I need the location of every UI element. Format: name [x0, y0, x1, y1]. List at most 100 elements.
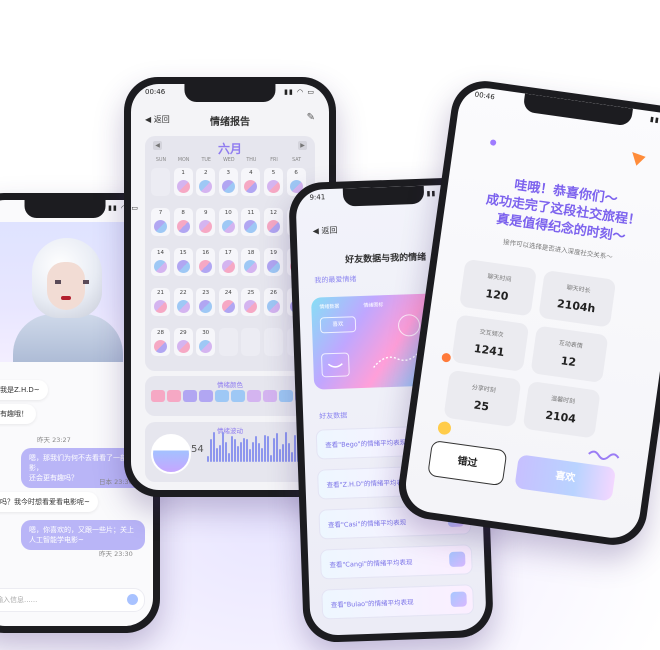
friend-row-icon [450, 591, 467, 608]
mood-wave-bar [234, 438, 236, 462]
stat-label: 温馨时刻 [550, 395, 576, 406]
calendar-day[interactable]: 2 [196, 168, 216, 196]
calendar-day[interactable]: 1 [173, 168, 193, 196]
mood-color-chip [247, 390, 261, 402]
friend-row[interactable]: 查看"Bulao"的情绪平均表现 [321, 584, 475, 620]
calendar-day-number: 10 [224, 210, 232, 216]
calendar-day[interactable]: 18 [241, 248, 261, 276]
mood-emoji-icon [176, 180, 190, 193]
calendar-day[interactable]: 5 [264, 168, 283, 196]
mood-emoji-icon [154, 340, 167, 353]
mood-wave-bar [276, 432, 278, 462]
status-icons: ▮▮ ◠ ▭ [649, 115, 660, 127]
weekday-label: WED [223, 158, 235, 163]
status-time: 00:46 [474, 90, 496, 102]
message-in: 情绪很有趣哦！ [0, 404, 36, 425]
mood-wave-bar [240, 441, 242, 462]
avatar-lips [61, 296, 71, 300]
mood-wave-bar [219, 445, 221, 462]
orange-dot [441, 352, 452, 363]
mood-emoji-icon [221, 260, 235, 273]
mood-color-chip [215, 390, 229, 402]
calendar-day[interactable]: 9 [196, 208, 216, 236]
calendar-day[interactable]: 8 [173, 208, 193, 236]
mood-wave-bar [255, 435, 257, 462]
status-time: 9:41 [309, 193, 326, 202]
calendar-day[interactable]: 4 [241, 168, 261, 196]
mood-wave-bar [210, 438, 212, 462]
mood-emoji-icon [267, 300, 280, 313]
back-button[interactable]: ◀ 返回 [313, 225, 338, 237]
mood-wave-bar [216, 448, 218, 462]
weekday-label: TUE [201, 158, 211, 163]
calendar-day[interactable]: 22 [173, 288, 193, 316]
header: ◀ 返回 情绪报告 ✎ [131, 108, 329, 130]
mood-emoji-icon [154, 300, 167, 313]
calendar-day-number: 15 [179, 250, 187, 256]
mood-wave-bar [243, 438, 245, 462]
mood-emoji-icon [199, 180, 213, 193]
calendar-day-number: 11 [247, 210, 255, 216]
calendar-day[interactable]: 24 [218, 288, 238, 316]
mood-color-chip [167, 390, 181, 402]
mood-gauge [151, 434, 191, 474]
mood-wave-bar [213, 432, 215, 462]
mood-emoji-icon [221, 300, 235, 313]
mood-wave-bar [294, 435, 296, 462]
calendar-day[interactable]: 17 [218, 248, 238, 276]
mood-wave-card: 情绪波动 54 [145, 422, 315, 482]
calendar-day-number: 6 [294, 170, 298, 176]
calendar-day-number: 29 [179, 330, 187, 336]
calendar-day[interactable]: 21 [151, 288, 170, 316]
calendar-day[interactable]: 3 [218, 168, 238, 196]
stat-card: 交互频次 1241 [451, 314, 530, 372]
notch [342, 185, 425, 207]
weekday-label: FRI [270, 158, 278, 163]
calendar-day[interactable]: 15 [173, 248, 193, 276]
skip-button[interactable]: 错过 [427, 439, 508, 487]
calendar-day[interactable]: 16 [196, 248, 216, 276]
mood-wave-bar [252, 441, 254, 462]
calendar-day[interactable]: 11 [241, 208, 261, 236]
calendar-day[interactable]: 30 [196, 328, 216, 356]
calendar-day[interactable]: 25 [241, 288, 261, 316]
holo-tag: 情绪图标 [363, 302, 384, 309]
calendar-day-number: 8 [181, 210, 185, 216]
calendar-day[interactable]: 14 [151, 248, 170, 276]
calendar-day-number: 1 [181, 170, 185, 176]
calendar-day-number: 5 [271, 170, 276, 176]
calendar-day [151, 168, 170, 196]
calendar-day[interactable]: 12 [264, 208, 283, 236]
calendar-day[interactable]: 7 [151, 208, 170, 236]
calendar-day[interactable]: 29 [173, 328, 193, 356]
weekday-label: SUN [155, 158, 167, 163]
mood-wave-bar [231, 435, 233, 462]
mood-color-chip [231, 390, 245, 402]
calendar-day[interactable]: 19 [264, 248, 283, 276]
calendar-day[interactable]: 26 [264, 288, 283, 316]
calendar-day[interactable]: 10 [218, 208, 238, 236]
mood-score: 54 [191, 444, 204, 455]
back-label: 返回 [321, 225, 338, 236]
next-month-icon[interactable]: ▶ [298, 141, 307, 150]
mood-emoji-icon [199, 260, 213, 273]
calendar-day-number: 19 [270, 250, 277, 256]
message-timestamp: 昨天 23:27 [37, 436, 71, 444]
calendar-month: 六月 [217, 142, 242, 156]
notch [24, 200, 106, 218]
calendar-day[interactable]: 23 [196, 288, 216, 316]
mood-wave-bar [270, 455, 272, 462]
pencil-icon[interactable]: ✎ [307, 112, 315, 123]
stat-card: 聊天时间 120 [459, 258, 538, 317]
friend-row[interactable]: 查看"Cangi"的情绪平均表现 [319, 544, 473, 580]
send-icon[interactable] [127, 594, 138, 605]
chat-input-field[interactable]: 输入信息...... [0, 588, 145, 612]
mood-wave-bar [246, 439, 248, 462]
mood-emoji-icon [244, 180, 258, 193]
calendar-day[interactable]: 28 [151, 328, 170, 356]
calendar-day-number: 18 [247, 250, 255, 256]
notch [522, 93, 633, 127]
mood-wave-bar [282, 444, 284, 462]
message-in: 可哦，我是Z.H.D~ [0, 380, 48, 401]
stat-label: 聊天时间 [486, 273, 512, 284]
